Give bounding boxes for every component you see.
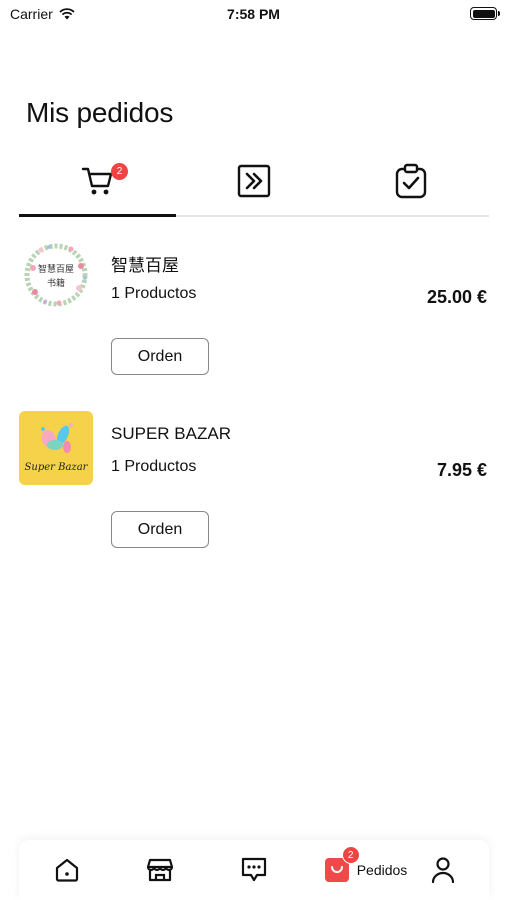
product-count: 1 Productos <box>111 285 197 302</box>
nav-orders-label: Pedidos <box>356 862 408 878</box>
order-status-tabs: 2 <box>19 150 489 218</box>
order-price: 7.95 € <box>436 460 487 480</box>
store-logo: 智慧百屋 书籍 <box>19 238 93 312</box>
status-bar: Carrier 7:58 PM <box>0 0 507 30</box>
logo-text: Super Bazar <box>24 462 88 473</box>
nav-store[interactable] <box>132 840 188 900</box>
cart-badge: 2 <box>111 163 128 180</box>
nav-messages[interactable] <box>226 840 282 900</box>
nav-orders[interactable]: 2 Pedidos <box>316 840 416 900</box>
active-tab-indicator <box>19 214 176 217</box>
product-count: 1 Productos <box>111 458 197 475</box>
orders-bag-icon: 2 <box>324 846 360 882</box>
logo-text-line1: 智慧百屋 <box>37 265 74 275</box>
store-name: SUPER BAZAR <box>111 424 231 443</box>
cart-icon <box>81 167 112 195</box>
page-title: Mis pedidos <box>26 97 174 128</box>
order-card: Super Bazar SUPER BAZAR 1 Productos 7.95… <box>19 411 489 561</box>
orders-badge: 2 <box>341 846 360 864</box>
tab-cart[interactable]: 2 <box>19 150 176 212</box>
nav-profile[interactable] <box>415 840 471 900</box>
chat-icon <box>241 857 267 882</box>
store-logo: Super Bazar <box>19 411 93 485</box>
profile-icon <box>431 857 455 884</box>
order-card: 智慧百屋 书籍 智慧百屋 1 Productos 25.00 € Orden <box>19 238 489 388</box>
tab-completed[interactable] <box>332 150 489 212</box>
order-button[interactable]: Orden <box>111 338 209 375</box>
store-icon <box>146 858 174 882</box>
splash-logo-art <box>41 423 73 453</box>
nav-home[interactable] <box>39 840 95 900</box>
home-icon <box>55 858 79 882</box>
clipboard-check-icon <box>395 163 426 199</box>
forward-icon <box>237 164 271 198</box>
logo-text-line2: 书籍 <box>46 279 65 289</box>
store-name: 智慧百屋 <box>111 256 179 275</box>
order-price: 25.00 € <box>426 287 487 307</box>
status-time: 7:58 PM <box>227 6 280 22</box>
bottom-navigation: 2 Pedidos <box>19 840 489 900</box>
tab-in-progress[interactable] <box>176 150 332 212</box>
order-button[interactable]: Orden <box>111 511 209 548</box>
floral-wreath-logo <box>19 238 93 312</box>
battery-icon <box>470 7 500 20</box>
